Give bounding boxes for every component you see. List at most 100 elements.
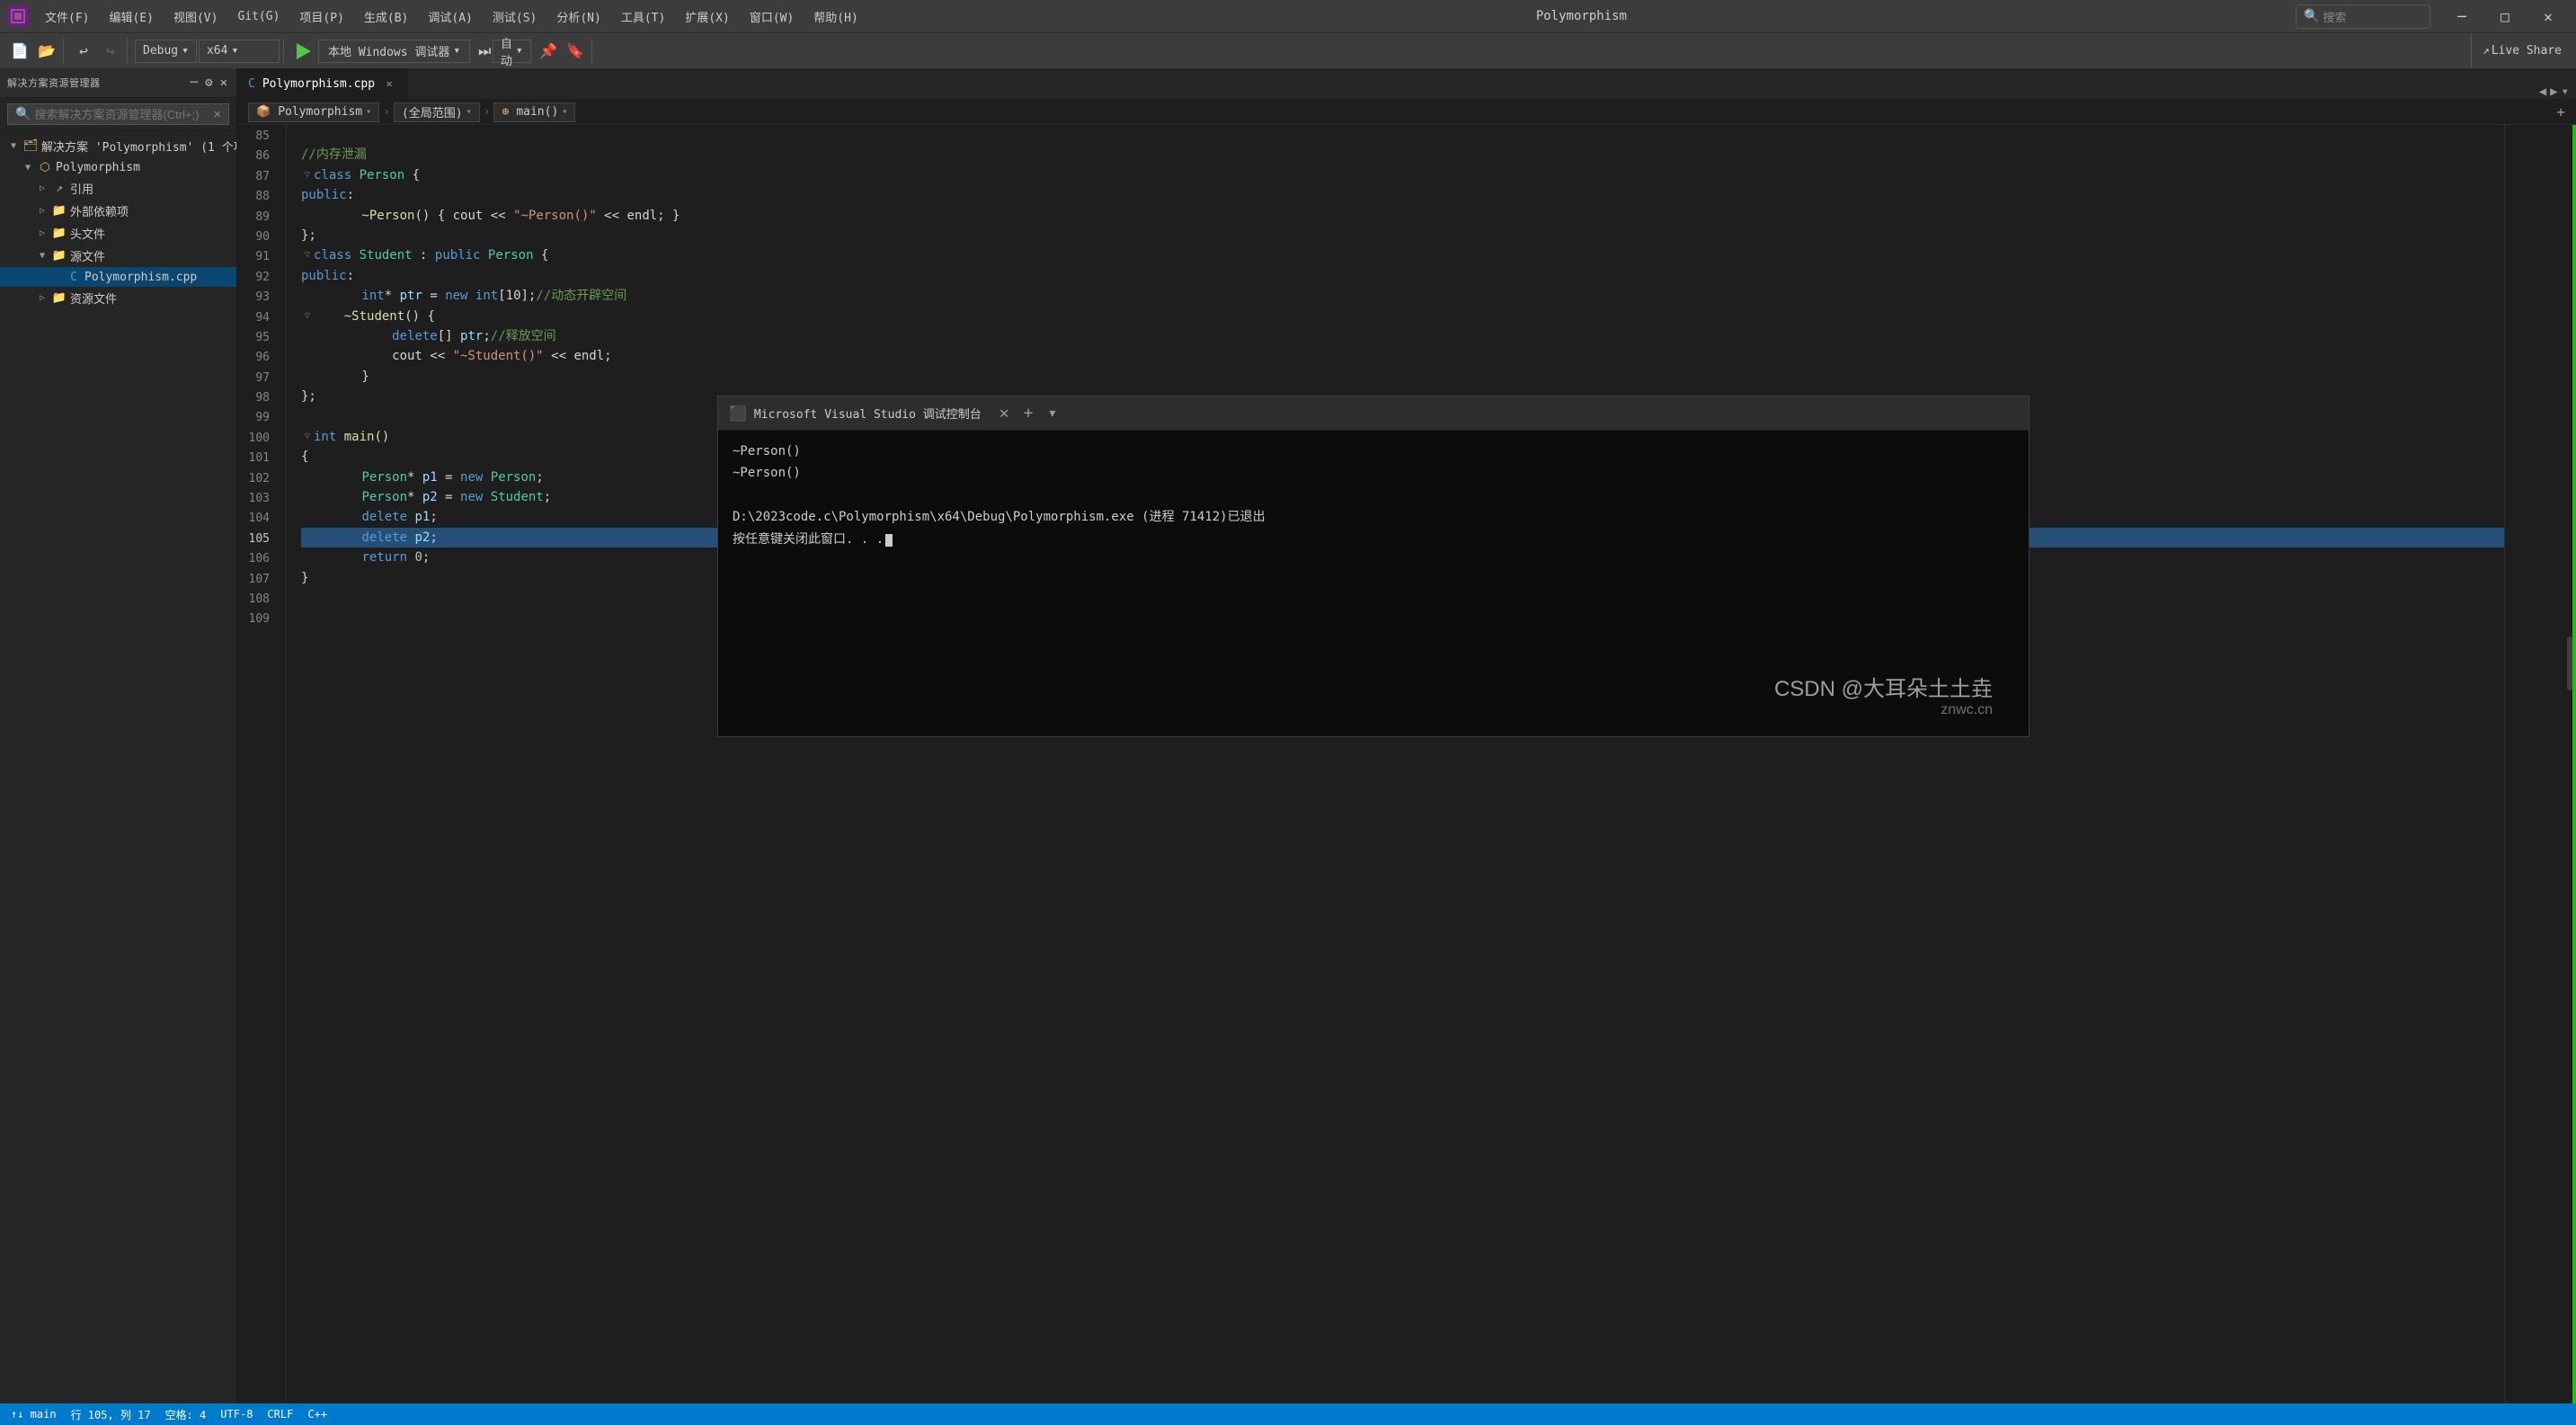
tree-item-2[interactable]: ▷↗引用: [0, 177, 236, 200]
breadcrumb-add-button[interactable]: +: [2556, 103, 2565, 120]
menu-item-n[interactable]: 分析(N): [547, 4, 609, 29]
solution-search-input[interactable]: [34, 108, 213, 121]
debug-configuration-dropdown[interactable]: Debug ▾: [135, 40, 197, 63]
tab-overflow-button[interactable]: ▾: [2562, 85, 2569, 99]
menu-item-s[interactable]: 测试(S): [484, 4, 546, 29]
solution-search-box[interactable]: 🔍 ✕: [7, 103, 229, 125]
sidebar-settings-button[interactable]: ⚙: [203, 74, 214, 92]
line-num-103: 103: [237, 489, 279, 509]
tree-item-7[interactable]: ▷📁资源文件: [0, 287, 236, 309]
menu-item-t[interactable]: 工具(T): [612, 4, 674, 29]
fold-btn-100[interactable]: ▽: [301, 431, 314, 443]
tab-close-button[interactable]: ✕: [382, 76, 396, 91]
menu-item-x[interactable]: 扩展(X): [676, 4, 738, 29]
title-bar-right: 🔍 搜索 ─ □ ✕: [2296, 3, 2569, 30]
console-line-2: [733, 485, 2014, 505]
token-plain: [351, 165, 359, 185]
token-plain: [301, 548, 361, 567]
close-button[interactable]: ✕: [2527, 3, 2569, 30]
token-str: "~Student()": [453, 346, 544, 366]
tree-item-3[interactable]: ▷📁外部依赖项: [0, 200, 236, 222]
tab-scroll-left[interactable]: ◀: [2539, 85, 2546, 99]
platform-dropdown[interactable]: x64 ▾: [199, 40, 280, 63]
line-num-101: 101: [237, 449, 279, 468]
breadcrumb-symbol-icon: ⊕: [502, 105, 509, 119]
sidebar-pin-button[interactable]: ─: [189, 74, 200, 92]
menu-item-f[interactable]: 文件(F): [36, 4, 98, 29]
tab-polymorphism-cpp[interactable]: C Polymorphism.cpp ✕: [237, 68, 408, 99]
token-kw: new: [445, 286, 467, 306]
open-file-button[interactable]: 📂: [34, 39, 59, 64]
global-search-box[interactable]: 🔍 搜索: [2296, 4, 2430, 29]
search-close-icon[interactable]: ✕: [214, 107, 221, 121]
toolbar-extra-group: 📌 🔖: [532, 39, 592, 64]
status-item-3: UTF-8: [220, 1408, 253, 1421]
new-file-button[interactable]: 📄: [7, 39, 32, 64]
tab-scroll-right[interactable]: ▶: [2550, 85, 2557, 99]
redo-button[interactable]: ↪: [98, 39, 123, 64]
menu-item-b[interactable]: 生成(B): [355, 4, 417, 29]
undo-button[interactable]: ↩: [71, 39, 96, 64]
token-plain: [407, 528, 414, 548]
breadcrumb-scope-dropdown[interactable]: (全局范围) ▾: [394, 102, 480, 122]
tree-item-5[interactable]: ▼📁源文件: [0, 245, 236, 267]
tree-item-4[interactable]: ▷📁头文件: [0, 222, 236, 245]
debug-target-dropdown[interactable]: 本地 Windows 调试器 ▾: [318, 40, 470, 63]
minimize-button[interactable]: ─: [2441, 3, 2483, 30]
tree-item-1[interactable]: ▼⬡Polymorphism: [0, 157, 236, 177]
restore-button[interactable]: □: [2484, 3, 2526, 30]
pin-button[interactable]: 📌: [536, 39, 561, 64]
breadcrumb-project-dropdown[interactable]: 📦 Polymorphism ▾: [248, 102, 379, 122]
token-plain: <<: [483, 206, 513, 226]
minimap: [2504, 125, 2576, 1403]
tab-controls: ◀ ▶ ▾: [2532, 85, 2576, 99]
line-num-87: 87: [237, 167, 279, 187]
token-plain: ;: [483, 326, 490, 346]
search-icon: 🔍: [2304, 9, 2319, 23]
breadcrumb-symbol-dropdown[interactable]: ⊕ main() ▾: [493, 102, 575, 122]
token-plain: :: [347, 266, 354, 286]
menu-item-v[interactable]: 视图(V): [164, 4, 227, 29]
tree-label-3: 外部依赖项: [70, 202, 129, 219]
status-item-0: ↑↓ main: [11, 1408, 57, 1421]
live-share-button[interactable]: ↗ Live Share: [2471, 33, 2572, 68]
code-line-93: int* ptr = new int[10];//动态开辟空间: [301, 286, 2504, 306]
token-fn: Person: [369, 206, 415, 226]
menu-item-a[interactable]: 调试(A): [419, 4, 481, 29]
menu-item-h[interactable]: 帮助(H): [804, 4, 866, 29]
token-plain: () {: [414, 206, 452, 226]
token-kw: delete: [392, 326, 438, 346]
menu-item-gitg[interactable]: Git(G): [228, 6, 289, 27]
token-plain: :: [347, 185, 354, 205]
code-editor[interactable]: //内存泄漏▽class Person {public: ~Person() {…: [287, 125, 2504, 1403]
start-debugging-button[interactable]: [291, 39, 316, 64]
line-num-96: 96: [237, 348, 279, 368]
bookmark-button[interactable]: 🔖: [563, 39, 588, 64]
status-bar: ↑↓ main行 105, 列 17空格: 4UTF-8CRLFC++: [0, 1403, 2576, 1425]
line-num-104: 104: [237, 509, 279, 529]
token-kw: delete: [361, 507, 407, 527]
tree-icon-3: 📁: [52, 204, 67, 218]
menu-item-w[interactable]: 窗口(W): [741, 4, 803, 29]
console-dropdown-button[interactable]: ▾: [1044, 404, 1061, 423]
fold-btn-91[interactable]: ▽: [301, 250, 314, 263]
token-cmt: //动态开辟空间: [536, 286, 626, 306]
code-line-86: //内存泄漏: [301, 145, 2504, 165]
token-plain: };: [301, 387, 316, 406]
token-kw: class: [314, 245, 351, 265]
live-share-label: Live Share: [2492, 44, 2562, 58]
fold-btn-94[interactable]: ▽: [301, 310, 314, 323]
menu-item-e[interactable]: 编辑(E): [100, 4, 162, 29]
console-close-button[interactable]: ✕: [996, 404, 1013, 423]
tree-item-6[interactable]: CPolymorphism.cpp: [0, 267, 236, 287]
code-line-94: ▽ ~Student() {: [301, 307, 2504, 326]
console-new-tab-button[interactable]: +: [1020, 404, 1037, 423]
menu-item-p[interactable]: 项目(P): [290, 4, 352, 29]
token-kw: new: [460, 468, 483, 487]
fold-btn-87[interactable]: ▽: [301, 169, 314, 182]
token-cmt: //内存泄漏: [301, 145, 367, 165]
sidebar-close-button[interactable]: ✕: [218, 74, 229, 92]
watch-dropdown[interactable]: 自动 ▾: [493, 40, 531, 63]
tree-item-0[interactable]: ▼🗂解决方案 'Polymorphism' (1 个项目,: [0, 135, 236, 157]
token-plain: [480, 245, 487, 265]
